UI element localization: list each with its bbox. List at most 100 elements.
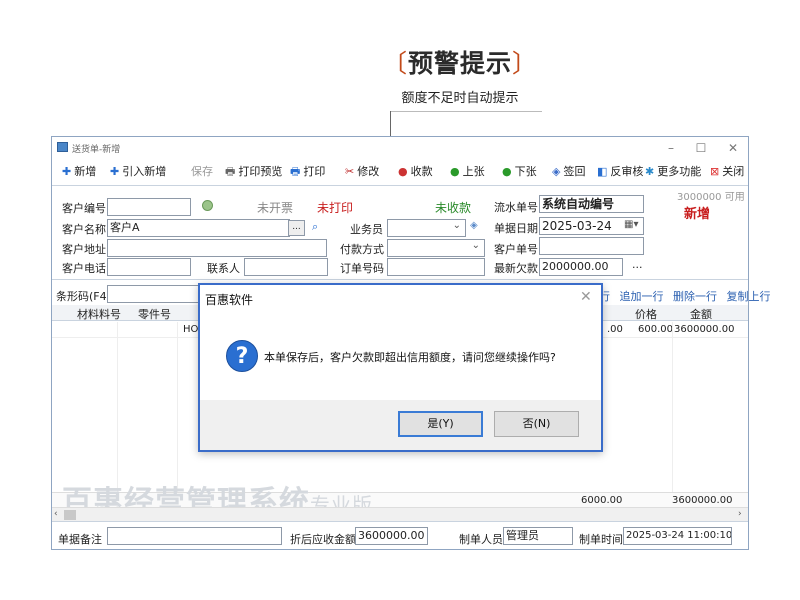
order-no-field[interactable] [387,258,485,276]
next-button[interactable]: ● 下张 [502,164,537,180]
arrow-up-icon: ● [450,165,460,178]
scroll-right-icon[interactable]: › [738,509,742,519]
form-separator [52,279,748,280]
question-icon: ? [226,340,258,372]
confirm-dialog: 百惠软件 ✕ ? 本单保存后，客户欠款即超出信用额度，请问您继续操作吗? 是(Y… [198,283,603,452]
toolbar-separator [52,185,748,186]
save-label: 保存 [191,165,213,178]
maximize-button[interactable]: ☐ [690,139,712,157]
append-row-button[interactable]: 追加一行 [620,290,664,303]
invoice-status: 未开票 [257,201,294,215]
calendar-icon[interactable]: ▦▾ [624,219,638,230]
close-label: 关闭 [722,165,745,178]
printer-icon: 🖶 [290,165,301,178]
create-time-field: 2025-03-24 11:00:10 [623,527,732,545]
receivable-field: 3600000.00 [355,527,428,545]
latest-debt-field: 2000000.00 [539,258,623,276]
print-button[interactable]: 🖶 打印 [290,164,325,180]
print-label: 打印 [303,165,326,178]
plus-icon: ✚ [62,165,72,178]
credit-available: 3000000 可用 [677,192,745,203]
customer-phone-field[interactable] [107,258,191,276]
latest-debt-more-button[interactable]: ... [632,258,643,271]
lookup-icon[interactable] [202,200,213,211]
plus-icon: ✚ [110,165,120,178]
more-label: 更多功能 [657,165,702,178]
sign-back-label: 签回 [563,165,586,178]
col-part[interactable]: 零件号 [138,306,171,322]
customer-name-label: 客户名称 [62,223,106,236]
unaudit-label: 反审核 [610,165,644,178]
dialog-button-bar: 是(Y) 否(N) [200,400,601,450]
bracket-left: 〔 [381,49,408,78]
mode-badge: 新增 [684,207,711,222]
more-functions-button[interactable]: ✱ 更多功能 [645,164,701,180]
unaudit-icon: ◧ [597,165,608,178]
row-actions: 行 追加一行 删除一行 复制上行 [599,288,771,304]
customer-name-field[interactable]: 客户A [107,219,290,237]
save-button[interactable]: 保存 [191,164,213,180]
row-price: 600.00 [638,324,673,335]
remark-field[interactable] [107,527,282,545]
remark-label: 单据备注 [58,533,102,546]
search-icon[interactable]: ⌕ [312,220,318,234]
payment-method-select[interactable] [387,239,485,257]
close-icon: ⊠ [710,165,720,178]
horizontal-scrollbar[interactable]: ‹ › [52,507,748,521]
salesperson-icon[interactable]: ◈ [470,220,478,231]
no-button[interactable]: 否(N) [494,411,579,437]
window-title: 送货单-新增 [72,145,121,155]
serial-no-field[interactable]: 系统自动编号 [539,195,644,213]
annotation-title: 〔预警提示〕 [380,44,540,80]
dialog-message: 本单保存后，客户欠款即超出信用额度，请问您继续操作吗? [264,351,556,364]
minimize-button[interactable]: – [660,139,682,157]
new-button[interactable]: ✚ 新增 [62,164,96,180]
serial-no-label: 流水单号 [494,201,538,214]
copy-row-button[interactable]: 复制上行 [727,290,771,303]
next-label: 下张 [514,165,537,178]
col-material[interactable]: 材料料号 [77,306,121,322]
creator-label: 制单人员 [459,533,503,546]
more-icon: ✱ [645,165,655,178]
dialog-title: 百惠软件 [205,293,254,307]
yes-button[interactable]: 是(Y) [398,411,483,437]
import-new-button[interactable]: ✚ 引入新增 [110,164,166,180]
creator-field: 管理员 [503,527,573,545]
customer-address-field[interactable] [107,239,327,257]
order-no-label: 订单号码 [340,262,384,275]
receive-label: 收款 [410,165,433,178]
customer-name-browse-button[interactable]: ... [288,220,305,236]
title-bar: 送货单-新增 – ☐ ✕ [52,137,748,159]
row-amount: 3600000.00 [674,324,735,335]
row-code: HO [183,324,199,335]
contact-field[interactable] [244,258,328,276]
customer-doc-no-field[interactable] [539,237,644,255]
scroll-thumb[interactable] [64,510,76,520]
customer-code-field[interactable] [107,198,191,216]
previous-button[interactable]: ● 上张 [450,164,485,180]
col-price[interactable]: 价格 [635,306,657,322]
salesperson-select[interactable] [387,219,466,237]
delete-row-button[interactable]: 删除一行 [673,290,717,303]
modify-button[interactable]: ✂ 修改 [345,164,379,180]
annotation-rule [390,111,542,112]
customer-address-label: 客户地址 [62,243,106,256]
close-button[interactable]: ⊠ 关闭 [710,164,744,180]
modify-label: 修改 [357,165,380,178]
col-amount[interactable]: 金额 [690,306,712,322]
print-preview-icon: 🖶 [225,165,236,178]
annotation-title-text: 预警提示 [407,49,512,78]
dialog-close-button[interactable]: ✕ [580,289,592,305]
close-window-button[interactable]: ✕ [722,139,744,157]
receive-payment-button[interactable]: ● 收款 [398,164,433,180]
contact-label: 联系人 [207,262,240,275]
scroll-left-icon[interactable]: ‹ [54,509,58,519]
scissors-icon: ✂ [345,165,355,178]
sign-icon: ◈ [552,165,561,178]
sign-back-button[interactable]: ◈ 签回 [552,164,585,180]
footer-bar: 单据备注 折后应收金额 3600000.00 制单人员 管理员 制单时间 202… [52,521,748,549]
print-preview-button[interactable]: 🖶 打印预览 [225,164,282,180]
customer-phone-label: 客户电话 [62,262,106,275]
unaudit-button[interactable]: ◧ 反审核 [597,164,643,180]
salesperson-label: 业务员 [350,223,383,236]
